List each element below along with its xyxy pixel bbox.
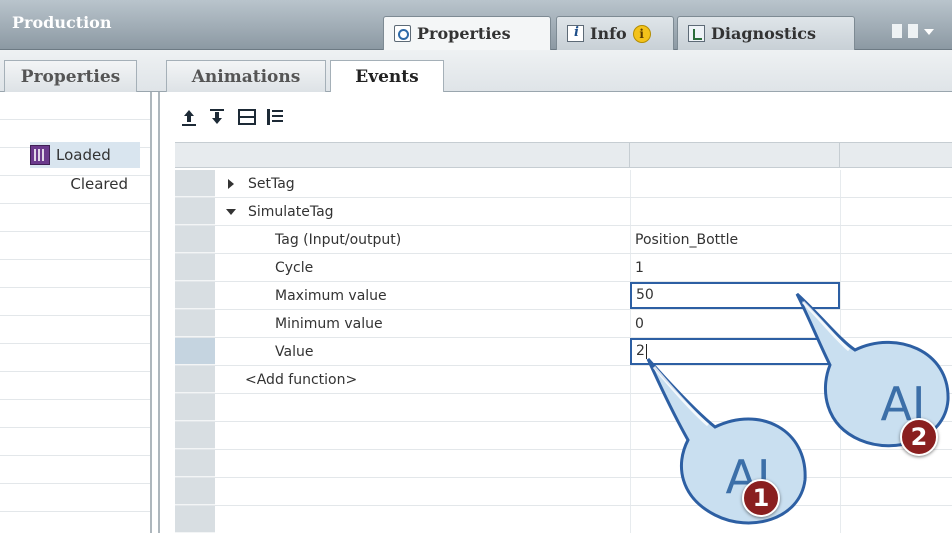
tab-info[interactable]: Info i	[556, 16, 674, 50]
row-handle[interactable]	[175, 282, 215, 309]
collapse-arrow-icon[interactable]	[226, 208, 236, 215]
event-label-cleared: Cleared	[70, 175, 128, 193]
info-icon	[567, 25, 584, 42]
table-row[interactable]: SetTag	[175, 170, 952, 198]
app-title: Production	[12, 13, 112, 32]
event-label-loaded: Loaded	[56, 146, 111, 164]
table-row[interactable]: Cycle 1	[175, 254, 952, 282]
subtab-animations[interactable]: Animations	[166, 60, 326, 92]
grid-header	[175, 142, 952, 168]
diagnostics-icon	[688, 25, 705, 42]
row-handle[interactable]	[175, 226, 215, 253]
info-badge-icon: i	[632, 24, 651, 43]
row-handle[interactable]	[175, 310, 215, 337]
expand-all-icon[interactable]	[264, 106, 286, 128]
param-name: Value	[275, 343, 314, 360]
text-cursor-icon: AI	[646, 358, 807, 525]
param-value[interactable]: 1	[635, 254, 644, 281]
splitter[interactable]	[150, 92, 160, 533]
collapse-all-icon[interactable]	[236, 106, 258, 128]
table-row[interactable]: SimulateTag	[175, 198, 952, 226]
move-down-icon[interactable]	[206, 106, 228, 128]
param-name: Minimum value	[275, 315, 383, 332]
param-name: Cycle	[275, 259, 314, 276]
add-function[interactable]: <Add function>	[245, 366, 357, 393]
param-value[interactable]: Position_Bottle	[635, 226, 738, 253]
row-handle[interactable]	[175, 366, 215, 393]
layout-icon[interactable]	[908, 24, 918, 38]
subtab-events[interactable]: Events	[330, 60, 444, 93]
tab-properties-label: Properties	[417, 24, 511, 43]
row-handle[interactable]	[175, 338, 215, 365]
event-icon	[30, 145, 50, 165]
param-name: Maximum value	[275, 287, 387, 304]
event-item-loaded[interactable]: Loaded	[30, 142, 140, 168]
row-handle[interactable]	[175, 170, 215, 197]
expand-arrow-icon[interactable]	[228, 178, 234, 189]
function-name: SimulateTag	[248, 203, 334, 220]
tab-diagnostics-label: Diagnostics	[711, 24, 817, 43]
magnifier-icon	[394, 25, 411, 42]
tab-diagnostics[interactable]: Diagnostics	[677, 16, 855, 50]
row-handle[interactable]	[175, 198, 215, 225]
param-value[interactable]: 0	[635, 310, 644, 337]
title-bar: Production Properties Info i Diagnostics	[0, 0, 952, 50]
function-name: SetTag	[248, 175, 295, 192]
events-list: Loaded Cleared	[0, 92, 150, 533]
move-up-icon[interactable]	[178, 106, 200, 128]
tab-properties[interactable]: Properties	[383, 16, 551, 50]
function-toolbar	[160, 92, 952, 142]
callout-number-badge: 1	[742, 479, 780, 517]
event-item-cleared[interactable]: Cleared	[30, 171, 140, 197]
window-controls	[892, 20, 952, 42]
sub-tabs: Properties Animations Events	[0, 50, 952, 93]
restore-icon[interactable]	[892, 24, 902, 38]
callout-1: AI 1	[640, 355, 815, 533]
tab-info-label: Info	[590, 24, 627, 43]
table-row	[175, 478, 952, 506]
callout-number-badge: 2	[900, 418, 938, 456]
table-row[interactable]: Tag (Input/output) Position_Bottle	[175, 226, 952, 254]
table-row	[175, 506, 952, 533]
chevron-down-icon[interactable]	[924, 28, 934, 40]
subtab-properties[interactable]: Properties	[4, 60, 137, 92]
row-handle[interactable]	[175, 254, 215, 281]
param-name: Tag (Input/output)	[275, 231, 402, 248]
